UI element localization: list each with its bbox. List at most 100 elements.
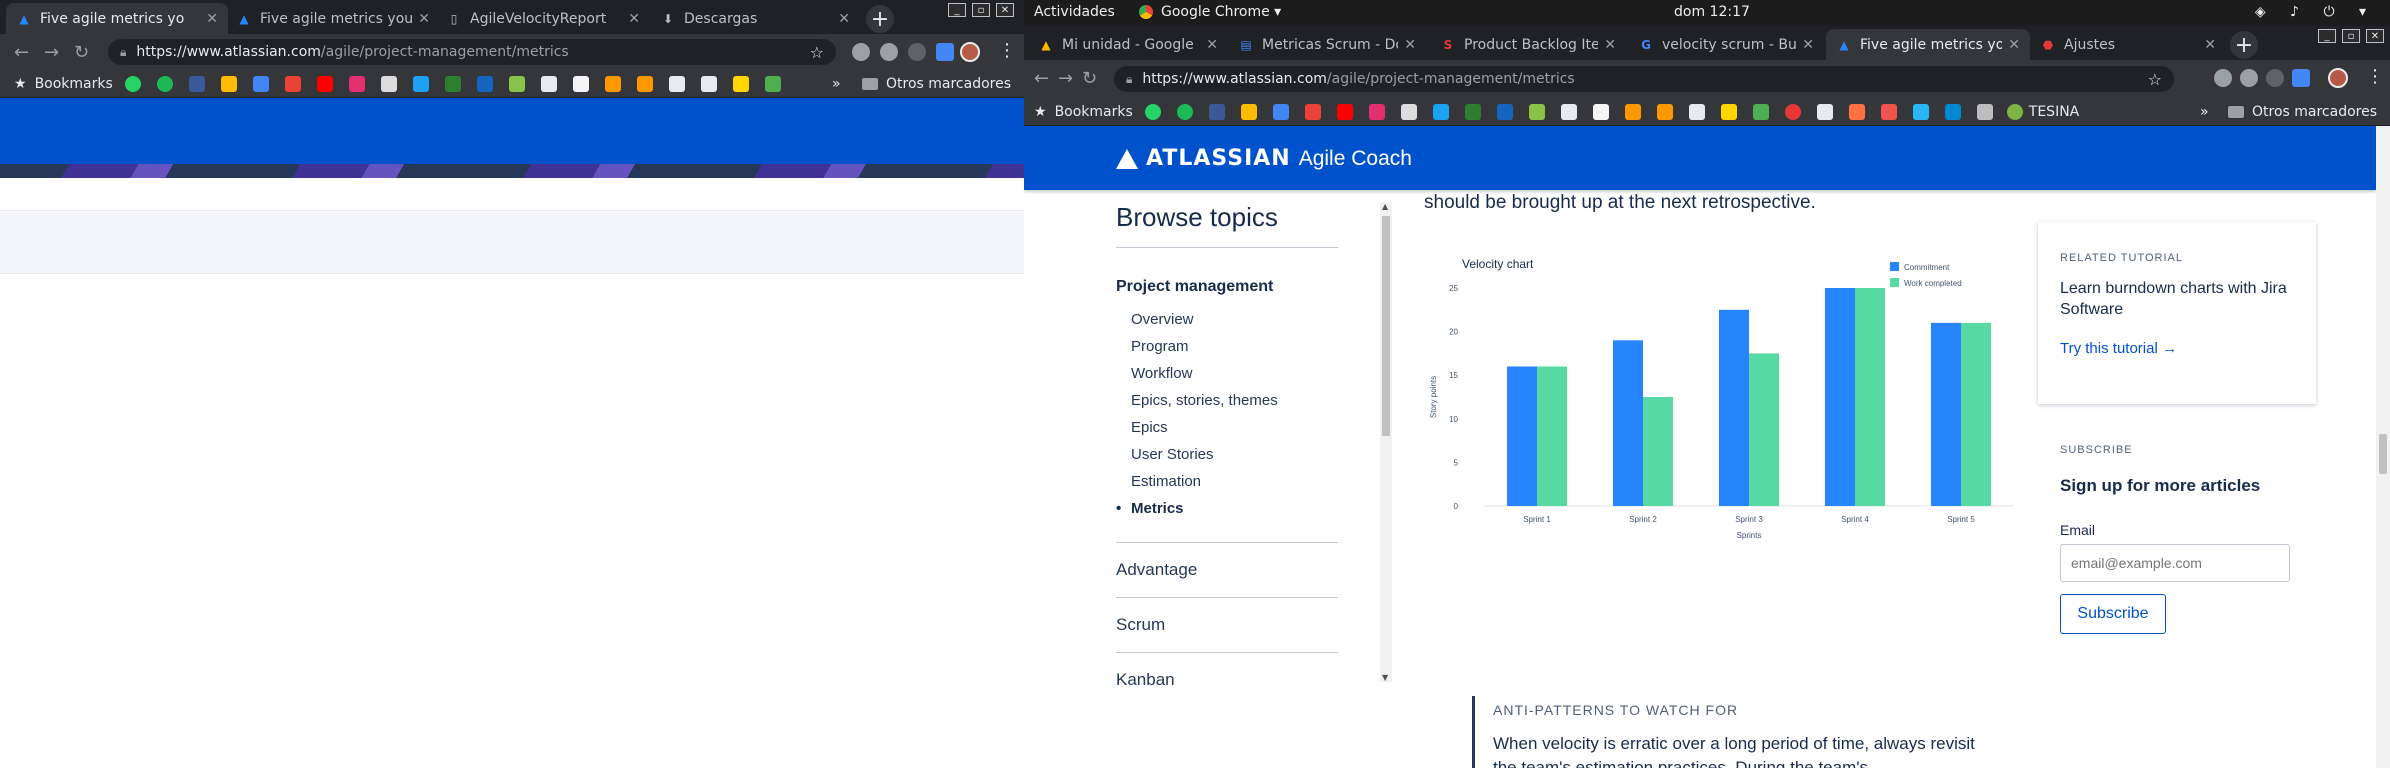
site-icon[interactable] [1400, 103, 1417, 120]
spotify-icon[interactable] [156, 75, 173, 92]
close-icon[interactable]: ✕ [206, 11, 218, 27]
left-tab-2[interactable]: ▲ Five agile metrics you ✕ [226, 3, 440, 34]
site-icon[interactable] [1720, 103, 1737, 120]
site-icon[interactable] [1752, 103, 1769, 120]
bookmarks-overflow-icon[interactable]: » [832, 76, 841, 92]
try-tutorial-link[interactable]: Try this tutorial → [2060, 340, 2294, 357]
sidebar-category-scrum[interactable]: Scrum [1116, 597, 1338, 652]
document-icon[interactable] [1560, 103, 1577, 120]
drive-icon[interactable] [1240, 103, 1257, 120]
close-icon[interactable]: ✕ [628, 11, 640, 27]
close-icon[interactable]: ✕ [1604, 37, 1616, 53]
bookmarks-button[interactable]: ★ Bookmarks [14, 76, 113, 92]
new-tab-button[interactable]: + [866, 5, 894, 33]
translate-icon[interactable] [2292, 69, 2310, 87]
site-icon[interactable] [1976, 103, 1993, 120]
scroll-up-icon[interactable]: ▲ [1382, 202, 1388, 211]
close-icon[interactable]: ✕ [838, 11, 850, 27]
scrollbar-thumb[interactable] [2379, 434, 2387, 474]
facebook-icon[interactable] [1208, 103, 1225, 120]
twitter-icon[interactable] [1432, 103, 1449, 120]
docs-icon[interactable] [1272, 103, 1289, 120]
close-window-icon[interactable]: ✕ [2366, 29, 2384, 43]
reload-icon[interactable]: ↻ [1082, 68, 1097, 89]
site-icon[interactable] [380, 75, 397, 92]
extension-icon[interactable] [2240, 69, 2258, 87]
sidebar-item-epics-stories-themes[interactable]: Epics, stories, themes [1116, 387, 1338, 414]
menu-icon[interactable]: ⋮ [2366, 66, 2384, 87]
avatar[interactable] [2328, 68, 2348, 88]
sidebar-item-user-stories[interactable]: User Stories [1116, 441, 1338, 468]
extension-icon[interactable] [908, 43, 926, 61]
document-icon[interactable] [1688, 103, 1705, 120]
document-icon[interactable] [668, 75, 685, 92]
sidebar-category-kanban[interactable]: Kanban [1116, 652, 1338, 707]
site-icon[interactable] [572, 75, 589, 92]
menu-icon[interactable]: ⋮ [998, 40, 1016, 61]
whatsapp-icon[interactable] [124, 75, 141, 92]
site-icon[interactable] [1912, 103, 1929, 120]
drive-icon[interactable] [220, 75, 237, 92]
close-icon[interactable]: ✕ [418, 11, 430, 27]
site-icon[interactable] [444, 75, 461, 92]
back-icon[interactable]: ← [1034, 68, 1049, 89]
sidebar-item-program[interactable]: Program [1116, 333, 1338, 360]
site-icon[interactable] [1624, 103, 1641, 120]
close-icon[interactable]: ✕ [2204, 37, 2216, 53]
gmail-icon[interactable] [1304, 103, 1321, 120]
page-scrollbar[interactable] [2376, 126, 2390, 768]
site-icon[interactable] [1848, 103, 1865, 120]
star-icon[interactable]: ☆ [810, 43, 824, 62]
left-tab-3[interactable]: ▯ AgileVelocityReport ✕ [436, 3, 650, 34]
left-tab-1[interactable]: ▲ Five agile metrics yo ✕ [6, 3, 228, 34]
right-tab-3[interactable]: S Product Backlog Ite ✕ [1430, 29, 1626, 60]
site-icon[interactable] [636, 75, 653, 92]
sidebar-item-epics[interactable]: Epics [1116, 414, 1338, 441]
site-icon[interactable] [476, 75, 493, 92]
translate-icon[interactable] [936, 43, 954, 61]
subscribe-button[interactable]: Subscribe [2060, 594, 2166, 634]
sidebar-scrollbar[interactable]: ▲ ▼ [1380, 202, 1392, 682]
address-bar[interactable]: 🔒︎ https://www.atlassian.com /agile/proj… [108, 39, 836, 65]
atlassian-logo[interactable]: ATLASSIAN Agile Coach [1116, 146, 1412, 171]
site-icon[interactable] [764, 75, 781, 92]
bookmarks-button[interactable]: ★ Bookmarks [1034, 104, 1133, 120]
site-icon[interactable] [604, 75, 621, 92]
clock[interactable]: dom 12:17 [1674, 4, 1750, 20]
star-icon[interactable]: ☆ [2148, 70, 2162, 89]
maximize-icon[interactable]: ▫ [2342, 29, 2360, 43]
sidebar-item-overview[interactable]: Overview [1116, 306, 1338, 333]
minimize-icon[interactable]: _ [2318, 29, 2336, 43]
site-icon[interactable] [1496, 103, 1513, 120]
close-icon[interactable]: ✕ [2008, 37, 2020, 53]
document-icon[interactable] [700, 75, 717, 92]
close-window-icon[interactable]: ✕ [996, 3, 1014, 17]
close-icon[interactable]: ✕ [1404, 37, 1416, 53]
document-icon[interactable] [1816, 103, 1833, 120]
forward-icon[interactable]: → [1058, 68, 1073, 89]
site-icon[interactable] [732, 75, 749, 92]
docs-icon[interactable] [252, 75, 269, 92]
related-title[interactable]: Learn burndown charts with Jira Software [2060, 278, 2294, 320]
spotify-icon[interactable] [1176, 103, 1193, 120]
scrollbar-thumb[interactable] [1382, 216, 1390, 436]
forward-icon[interactable]: → [44, 42, 59, 63]
other-bookmarks-folder[interactable]: Otros marcadores [2228, 104, 2377, 120]
address-bar[interactable]: 🔒︎ https://www.atlassian.com /agile/proj… [1114, 66, 2174, 92]
left-tab-4[interactable]: ⬇ Descargas ✕ [650, 3, 860, 34]
instagram-icon[interactable] [1368, 103, 1385, 120]
extension-icon[interactable] [2266, 69, 2284, 87]
right-tab-2[interactable]: ▤ Metricas Scrum - Do ✕ [1228, 29, 1426, 60]
site-icon[interactable] [1944, 103, 1961, 120]
back-icon[interactable]: ← [14, 42, 29, 63]
site-icon[interactable] [1592, 103, 1609, 120]
extension-icon[interactable] [852, 43, 870, 61]
email-field[interactable] [2060, 544, 2290, 582]
close-icon[interactable]: ✕ [1802, 37, 1814, 53]
scroll-down-icon[interactable]: ▼ [1382, 673, 1388, 682]
other-bookmarks-folder[interactable]: Otros marcadores [862, 76, 1011, 92]
right-tab-1[interactable]: ▲ Mi unidad - Google ✕ [1028, 29, 1228, 60]
whatsapp-icon[interactable] [1144, 103, 1161, 120]
minimize-icon[interactable]: _ [948, 3, 966, 17]
avatar[interactable] [960, 42, 980, 62]
